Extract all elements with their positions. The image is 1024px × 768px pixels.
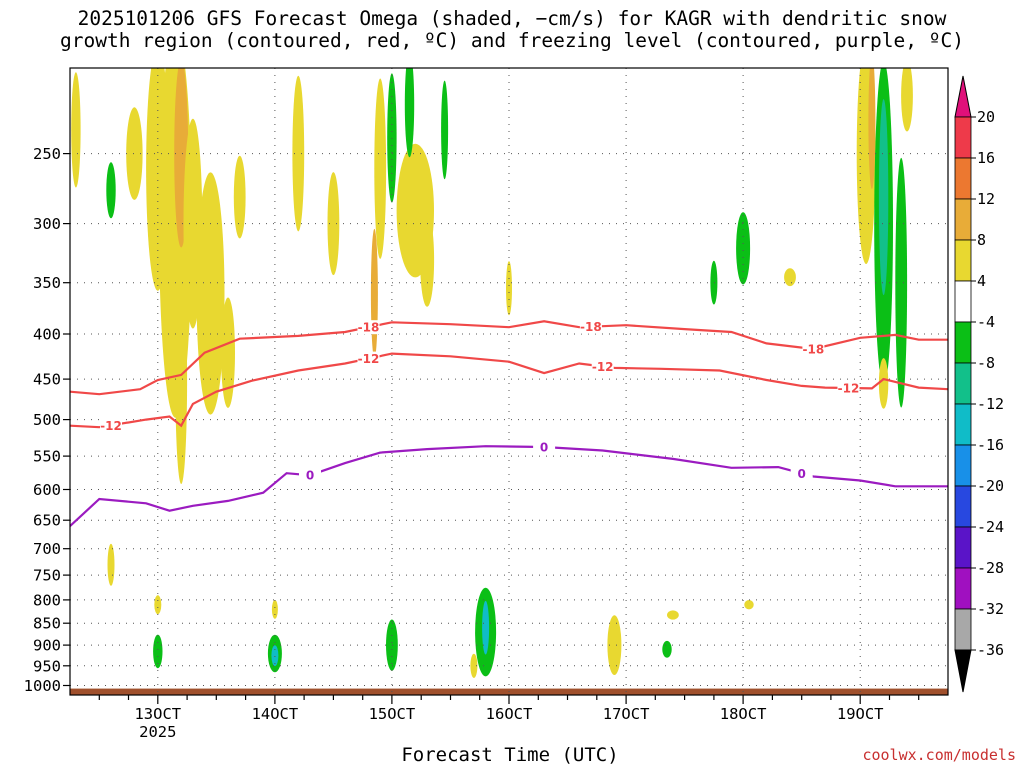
colorbar-label-3: 8 <box>977 231 986 249</box>
omega-blob-9 <box>221 297 235 408</box>
omega-blob-41 <box>868 68 876 189</box>
y-tick-label-700: 700 <box>33 540 61 558</box>
colorbar-top-arrow <box>954 75 972 118</box>
colorbar-swatch-5 <box>954 321 972 364</box>
colorbar-label-2: 12 <box>977 190 995 208</box>
colorbar: 20 16 12 8 4 -4 -8 -12 -16 -20 -24 -28 -32 -36 <box>954 75 1004 693</box>
colorbar-bottom-arrow <box>954 649 972 693</box>
y-tick-label-1000: 1000 <box>24 677 61 695</box>
omega-blob-20 <box>506 261 512 316</box>
colorbar-swatch-0 <box>954 116 972 159</box>
omega-blob-44 <box>878 358 889 409</box>
colorbar-swatch-4 <box>954 280 972 323</box>
x-tick-label-18: 18OCT <box>720 705 767 723</box>
contour-label-1-0: -12 <box>100 419 122 433</box>
omega-blob-35 <box>736 212 751 285</box>
omega-blob-27 <box>271 600 278 619</box>
colorbar-label-10: -24 <box>977 518 1004 536</box>
omega-blob-29 <box>482 600 490 655</box>
omega-blob-22 <box>154 595 162 615</box>
x-tick-label-17: 17OCT <box>603 705 650 723</box>
colorbar-swatch-10 <box>954 526 972 569</box>
y-tick-label-550: 550 <box>33 448 61 466</box>
omega-blob-8 <box>175 274 188 484</box>
credit-link[interactable]: coolwx.com/models <box>790 746 1016 764</box>
x-tick-label-19: 19OCT <box>837 705 884 723</box>
colorbar-swatch-8 <box>954 444 972 487</box>
colorbar-swatch-1 <box>954 157 972 200</box>
contour-label-2-0: 0 <box>306 469 314 483</box>
colorbar-label-5: -4 <box>977 313 995 331</box>
y-tick-label-500: 500 <box>33 411 61 429</box>
colorbar-swatch-11 <box>954 567 972 610</box>
omega-blob-43 <box>901 68 913 132</box>
y-tick-label-850: 850 <box>33 615 61 633</box>
y-tick-label-800: 800 <box>33 591 61 609</box>
contour-label-1-2: -12 <box>592 360 614 374</box>
omega-blob-7 <box>196 172 225 415</box>
contour-label-0-0: -18 <box>358 321 380 335</box>
omega-blob-10 <box>233 155 246 239</box>
colorbar-label-4: 4 <box>977 272 986 290</box>
contour-label-0-1: -18 <box>580 320 602 334</box>
y-tick-label-250: 250 <box>33 145 61 163</box>
y-tick-label-400: 400 <box>33 326 61 344</box>
colorbar-label-6: -8 <box>977 354 995 372</box>
contour-label-2-1: 0 <box>540 441 548 455</box>
colorbar-label-12: -32 <box>977 600 1004 618</box>
contour-label-2-2: 0 <box>798 467 806 481</box>
omega-blob-14 <box>370 228 378 359</box>
omega-blob-1 <box>106 162 116 219</box>
y-tick-label-350: 350 <box>33 274 61 292</box>
colorbar-swatch-2 <box>954 198 972 241</box>
omega-blob-13 <box>374 78 387 259</box>
colorbar-swatch-12 <box>954 608 972 651</box>
y-axis: 250 300 350 400 450 500 550 600 650 700 750 800 850 9… <box>24 145 70 695</box>
colorbar-swatch-3 <box>954 239 972 282</box>
omega-blob-21 <box>107 543 115 586</box>
y-tick-label-750: 750 <box>33 567 61 585</box>
colorbar-label-8: -16 <box>977 436 1004 454</box>
omega-blob-32 <box>662 640 672 658</box>
colorbar-label-7: -12 <box>977 395 1004 413</box>
contour-label-1-3: -12 <box>838 382 860 396</box>
omega-blob-19 <box>420 213 435 307</box>
contour-2 <box>70 445 948 527</box>
contour-label-0-2: -18 <box>803 343 825 357</box>
contour-label-1-1: -12 <box>358 352 380 366</box>
x-axis-title: Forecast Time (UTC) <box>401 744 619 766</box>
x-tick-label-16: 16OCT <box>486 705 533 723</box>
colorbar-label-11: -28 <box>977 559 1004 577</box>
y-tick-label-650: 650 <box>33 512 61 530</box>
y-tick-label-450: 450 <box>33 371 61 389</box>
colorbar-swatch-7 <box>954 403 972 446</box>
x-tick-label-15: 15OCT <box>369 705 416 723</box>
omega-blob-37 <box>784 268 796 287</box>
colorbar-label-9: -20 <box>977 477 1004 495</box>
x-tick-label-14: 14OCT <box>252 705 299 723</box>
omega-blob-17 <box>441 80 449 180</box>
y-tick-label-900: 900 <box>33 637 61 655</box>
colorbar-label-1: 16 <box>977 149 995 167</box>
colorbar-swatch-9 <box>954 485 972 528</box>
omega-blob-34 <box>744 600 754 610</box>
omega-blob-25 <box>271 645 279 666</box>
omega-blob-40 <box>878 99 889 296</box>
colorbar-label-13: -36 <box>977 641 1004 659</box>
y-tick-label-600: 600 <box>33 481 61 499</box>
omega-blob-42 <box>895 157 908 408</box>
x-tick-label-13: 13OCT <box>134 705 181 723</box>
y-tick-label-950: 950 <box>33 657 61 675</box>
omega-blob-0 <box>71 72 81 188</box>
omega-blob-33 <box>667 610 679 620</box>
x-tick-sublabel-13: 2025 <box>139 723 176 741</box>
colorbar-label-0: 20 <box>977 108 995 126</box>
omega-blob-36 <box>710 260 718 305</box>
x-axis: 13OCT2025 14OCT 15OCT 16OCT 17OCT 18OCT 19OCT <box>98 695 920 741</box>
colorbar-swatch-6 <box>954 362 972 405</box>
chart-svg: -18 -18-18-12-12-12-12000 250300350400450… <box>24 67 1004 741</box>
y-tick-label-300: 300 <box>33 215 61 233</box>
